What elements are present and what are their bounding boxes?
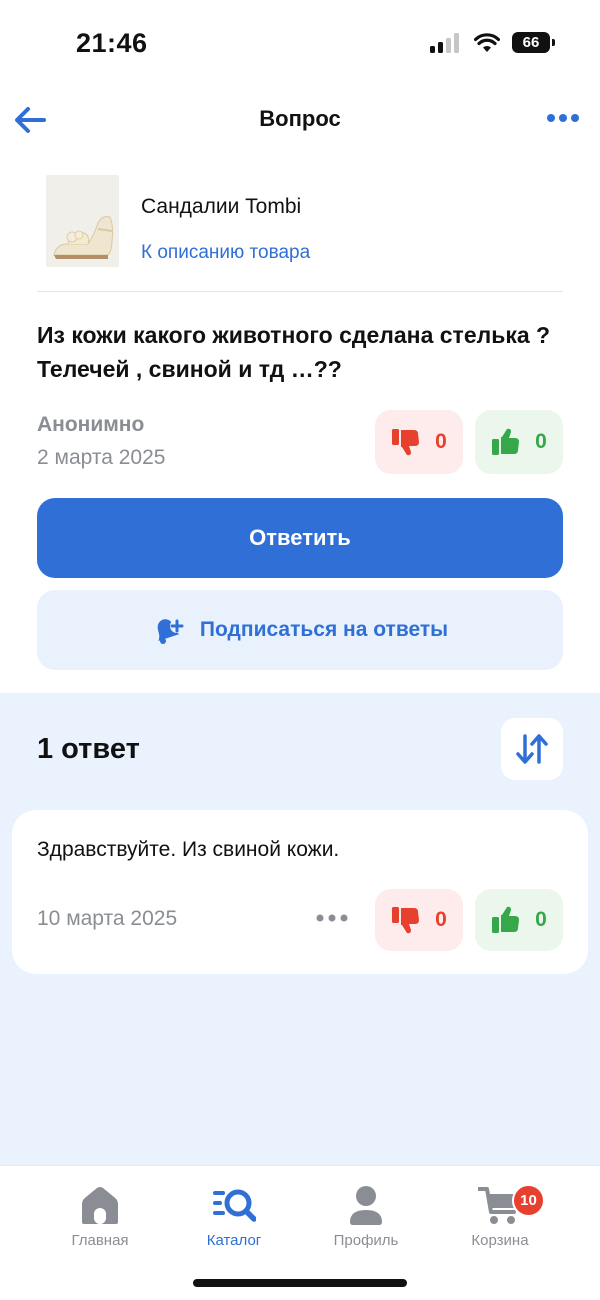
battery-icon: 66 [512, 32, 555, 53]
cart-badge: 10 [512, 1184, 545, 1217]
answer-dislike-count: 0 [435, 908, 447, 931]
profile-icon [350, 1186, 382, 1225]
question-dislike-button[interactable]: 0 [375, 410, 463, 474]
home-indicator [193, 1279, 407, 1287]
status-bar: 21:46 66 [0, 0, 600, 90]
tab-profile[interactable]: Профиль [306, 1184, 426, 1264]
question-like-count: 0 [535, 430, 547, 453]
answer-card: Здравствуйте. Из свиной кожи. 10 марта 2… [12, 810, 588, 974]
answers-count: 1 ответ [37, 733, 140, 765]
thumbs-down-icon [392, 907, 420, 934]
subscribe-button[interactable]: Подписаться на ответы [37, 590, 563, 670]
answer-dislike-button[interactable]: 0 [375, 889, 463, 951]
tab-home[interactable]: Главная [40, 1184, 160, 1264]
thumbs-down-icon [392, 429, 420, 456]
screen: 21:46 66 Вопрос Сандалии Tombi К описани… [0, 0, 600, 1300]
product-image[interactable] [46, 175, 119, 267]
question-author: Анонимно [37, 413, 145, 436]
more-button[interactable] [546, 110, 582, 130]
more-dots-icon [316, 914, 348, 922]
status-icons: 66 [430, 32, 555, 53]
question-dislike-count: 0 [435, 430, 447, 453]
home-icon [82, 1187, 118, 1224]
tab-profile-label: Профиль [333, 1232, 399, 1249]
subscribe-label: Подписаться на ответы [199, 618, 449, 641]
catalog-search-icon [213, 1189, 256, 1222]
question-text: Из кожи какого животного сделана стелька… [37, 322, 551, 382]
status-time: 21:46 [76, 28, 148, 58]
nav-header: Вопрос [0, 92, 600, 148]
product-card[interactable]: Сандалии Tombi К описанию товара [46, 175, 566, 271]
more-dots-icon [547, 114, 579, 122]
wifi-icon [474, 32, 500, 52]
sort-arrows-icon [516, 734, 548, 764]
tab-cart-label: Корзина [471, 1232, 529, 1249]
question-like-button[interactable]: 0 [475, 410, 563, 474]
page-title: Вопрос [259, 106, 341, 131]
tab-cart[interactable]: 10 Корзина [440, 1184, 560, 1264]
answer-text: Здравствуйте. Из свиной кожи. [37, 838, 340, 861]
answer-date: 10 марта 2025 [37, 907, 178, 930]
sandal-image [46, 175, 119, 267]
divider [37, 291, 563, 292]
answer-like-button[interactable]: 0 [475, 889, 563, 951]
answer-like-count: 0 [535, 908, 547, 931]
thumbs-up-icon [492, 906, 520, 933]
product-name: Сандалии Tombi [141, 195, 302, 218]
reply-button[interactable]: Ответить [37, 498, 563, 578]
signal-icon [430, 32, 459, 53]
answers-section: 1 ответ Здравствуйте. Из свиной кожи. 10… [0, 693, 600, 1165]
sort-button[interactable] [501, 718, 563, 780]
thumbs-up-icon [492, 428, 520, 455]
tab-catalog[interactable]: Каталог [174, 1184, 294, 1264]
answer-more-button[interactable] [314, 906, 354, 930]
tab-catalog-label: Каталог [206, 1232, 262, 1249]
tab-home-label: Главная [71, 1232, 129, 1249]
product-description-link[interactable]: К описанию товара [141, 242, 310, 264]
bell-plus-icon [157, 619, 184, 644]
question-date: 2 марта 2025 [37, 446, 166, 469]
